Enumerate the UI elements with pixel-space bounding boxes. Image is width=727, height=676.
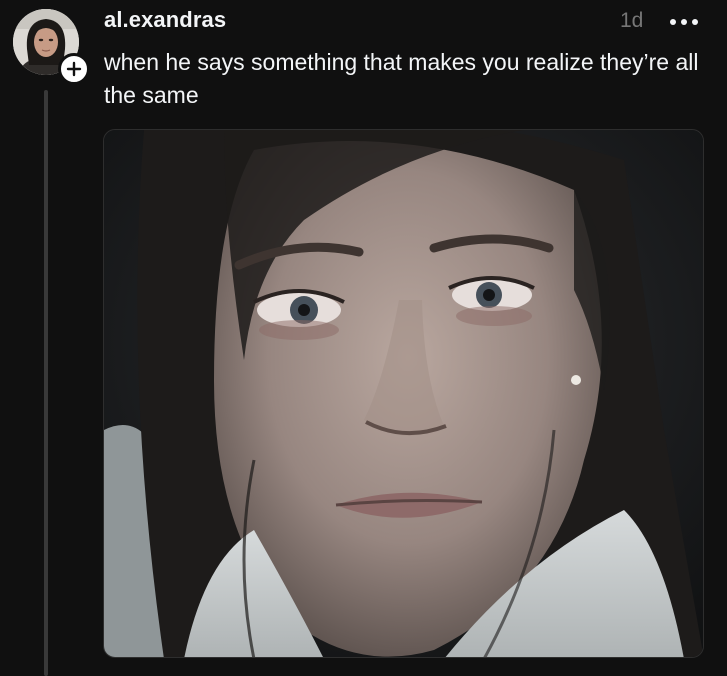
post-timestamp: 1d <box>620 9 644 32</box>
more-options-button[interactable] <box>664 8 704 36</box>
follow-button[interactable] <box>58 53 90 85</box>
post-image[interactable] <box>103 129 704 658</box>
post-caption: when he says something that makes you re… <box>104 49 699 108</box>
author-avatar-group[interactable] <box>13 9 90 85</box>
plus-icon <box>66 61 82 77</box>
thread-post: al.exandras 1d when he says something th… <box>0 0 727 676</box>
author-username[interactable]: al.exandras <box>104 7 226 33</box>
photo-crying-woman <box>104 130 703 657</box>
more-horizontal-icon <box>670 19 698 25</box>
thread-line <box>44 90 48 676</box>
